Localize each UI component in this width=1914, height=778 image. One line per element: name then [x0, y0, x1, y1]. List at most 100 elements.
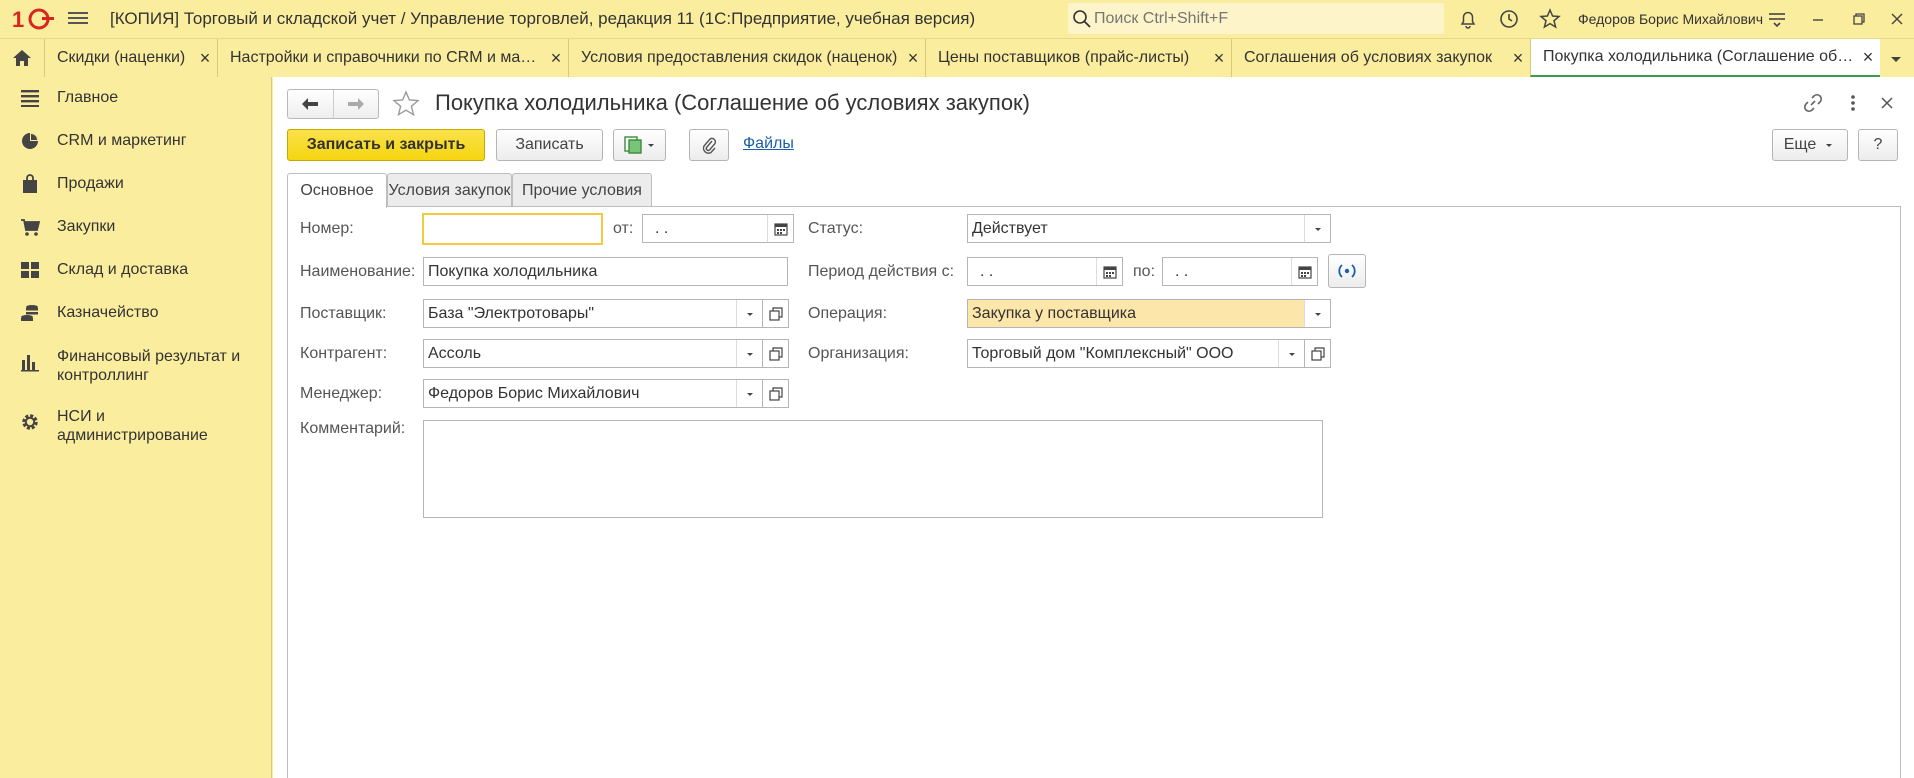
- tab-label: Соглашения об условиях закупок: [1244, 49, 1493, 66]
- app-title: [КОПИЯ] Торговый и складской учет / Упра…: [110, 9, 976, 28]
- period-to-label: по:: [1133, 263, 1156, 280]
- close-icon[interactable]: ×: [1506, 48, 1530, 69]
- tab-discounts[interactable]: Скидки (наценки) ×: [44, 39, 217, 77]
- favorites-star-icon[interactable]: [1538, 7, 1562, 31]
- manager-dropdown-button[interactable]: [736, 380, 762, 407]
- close-icon[interactable]: ×: [544, 48, 568, 69]
- sidebar-item-label-line2: контроллинг: [57, 367, 149, 384]
- manager-label: Менеджер:: [300, 385, 383, 402]
- name-field[interactable]: Покупка холодильника: [423, 257, 788, 286]
- tab-supplier-prices[interactable]: Цены поставщиков (прайс-листы) ×: [925, 39, 1231, 77]
- counterparty-field[interactable]: Ассоль: [423, 339, 763, 368]
- operation-dropdown-button[interactable]: [1304, 300, 1330, 327]
- number-field[interactable]: [422, 213, 603, 245]
- manager-open-button[interactable]: [763, 379, 789, 408]
- tab-fridge-purchase[interactable]: Покупка холодильника (Соглашение об усло…: [1530, 39, 1880, 77]
- close-icon[interactable]: ×: [901, 48, 925, 69]
- more-actions-label: Еще: [1783, 136, 1817, 153]
- number-label: Номер:: [300, 220, 354, 237]
- home-icon[interactable]: [0, 39, 44, 77]
- close-icon[interactable]: [1875, 91, 1899, 115]
- counterparty-open-button[interactable]: [763, 339, 789, 368]
- status-select[interactable]: Действует: [967, 214, 1331, 243]
- chevron-down-icon: [1826, 144, 1833, 147]
- cart-icon: [21, 219, 40, 236]
- calendar-icon: [773, 222, 788, 236]
- period-from-field[interactable]: . .: [967, 257, 1123, 286]
- status-label: Статус:: [808, 220, 864, 237]
- restore-icon[interactable]: [1847, 7, 1871, 31]
- tab-purchase-agreements[interactable]: Соглашения об условиях закупок ×: [1231, 39, 1530, 77]
- settings-lines-icon[interactable]: [1765, 7, 1789, 31]
- counterparty-dropdown-button[interactable]: [736, 340, 762, 367]
- tab-label: Настройки и справочники по CRM и маркети…: [230, 49, 544, 66]
- files-link[interactable]: Файлы: [743, 135, 794, 153]
- attach-button[interactable]: [689, 129, 729, 161]
- organization-value: Торговый дом "Комплексный" ООО: [972, 344, 1234, 362]
- close-icon[interactable]: ×: [193, 48, 217, 69]
- title-bar: 1 [КОПИЯ] Торговый и складской учет / Уп…: [0, 0, 1914, 38]
- save-button[interactable]: Записать: [496, 129, 603, 161]
- history-nav: [287, 89, 379, 119]
- tabs-dropdown-icon[interactable]: [1886, 49, 1906, 69]
- back-button[interactable]: [288, 90, 333, 118]
- supplier-field[interactable]: База "Электротовары": [423, 299, 763, 328]
- search-box[interactable]: [1068, 3, 1444, 34]
- close-icon[interactable]: ×: [1207, 48, 1231, 69]
- tab-purchase-conditions[interactable]: Условия закупок: [387, 173, 512, 207]
- help-button[interactable]: ?: [1858, 129, 1898, 161]
- tab-other-conditions[interactable]: Прочие условия: [512, 173, 652, 207]
- arrow-left-icon: [302, 98, 319, 110]
- close-icon[interactable]: ×: [1856, 47, 1880, 68]
- period-from-label: Период действия с:: [808, 263, 955, 280]
- favorite-star-icon[interactable]: [391, 89, 421, 119]
- sidebar-item-label: НСИ и: [57, 408, 105, 425]
- organization-label: Организация:: [808, 345, 909, 362]
- manager-value: Федоров Борис Михайлович: [428, 384, 640, 402]
- create-based-on-button[interactable]: [613, 129, 666, 161]
- link-icon[interactable]: [1801, 91, 1825, 115]
- calendar-button[interactable]: [1096, 258, 1122, 285]
- name-label: Наименование:: [300, 263, 416, 280]
- chevron-down-icon: [746, 392, 753, 396]
- close-window-icon[interactable]: [1885, 7, 1909, 31]
- comment-textarea[interactable]: [423, 420, 1323, 518]
- organization-open-button[interactable]: [1305, 339, 1331, 368]
- period-to-field[interactable]: . .: [1162, 257, 1318, 286]
- open-window-icon: [768, 306, 783, 321]
- supplier-dropdown-button[interactable]: [736, 300, 762, 327]
- user-name[interactable]: Федоров Борис Михайлович: [1578, 11, 1763, 27]
- date-field[interactable]: . .: [642, 214, 794, 243]
- more-vertical-icon[interactable]: [1841, 91, 1865, 115]
- history-icon[interactable]: [1497, 7, 1521, 31]
- chevron-down-icon: [1288, 352, 1295, 356]
- manager-field[interactable]: Федоров Борис Михайлович: [423, 379, 763, 408]
- bell-icon[interactable]: [1456, 7, 1480, 31]
- forward-button[interactable]: [332, 90, 378, 118]
- sidebar-item-label-line2: администрирование: [57, 427, 208, 444]
- coins-icon: [21, 305, 38, 321]
- main-menu-icon[interactable]: [68, 9, 88, 29]
- status-dropdown-button[interactable]: [1304, 215, 1330, 242]
- comment-label: Комментарий:: [300, 420, 406, 437]
- tab-label: Покупка холодильника (Соглашение об усло…: [1543, 48, 1856, 65]
- sidebar-item-label: Финансовый результат и: [57, 348, 241, 365]
- calendar-button[interactable]: [767, 215, 793, 242]
- tab-crm-settings[interactable]: Настройки и справочники по CRM и маркети…: [217, 39, 568, 77]
- sidebar-item-label: Казначейство: [57, 304, 159, 321]
- save-and-close-button[interactable]: Записать и закрыть: [287, 129, 485, 161]
- tab-main[interactable]: Основное: [287, 173, 387, 208]
- chevron-down-icon: [1314, 312, 1321, 316]
- tab-discount-conditions[interactable]: Условия предоставления скидок (наценок) …: [568, 39, 925, 77]
- operation-select[interactable]: Закупка у поставщика: [967, 299, 1331, 328]
- search-input[interactable]: [1094, 3, 1434, 34]
- more-actions-button[interactable]: Еще: [1772, 129, 1848, 161]
- svg-text:1: 1: [12, 7, 24, 31]
- minimize-icon[interactable]: [1806, 7, 1830, 31]
- organization-dropdown-button[interactable]: [1278, 340, 1304, 367]
- calendar-button[interactable]: [1291, 258, 1317, 285]
- organization-field[interactable]: Торговый дом "Комплексный" ООО: [967, 339, 1305, 368]
- supplier-open-button[interactable]: [763, 299, 789, 328]
- period-select-button[interactable]: [1328, 254, 1366, 288]
- sidebar-item-label: CRM и маркетинг: [57, 132, 187, 149]
